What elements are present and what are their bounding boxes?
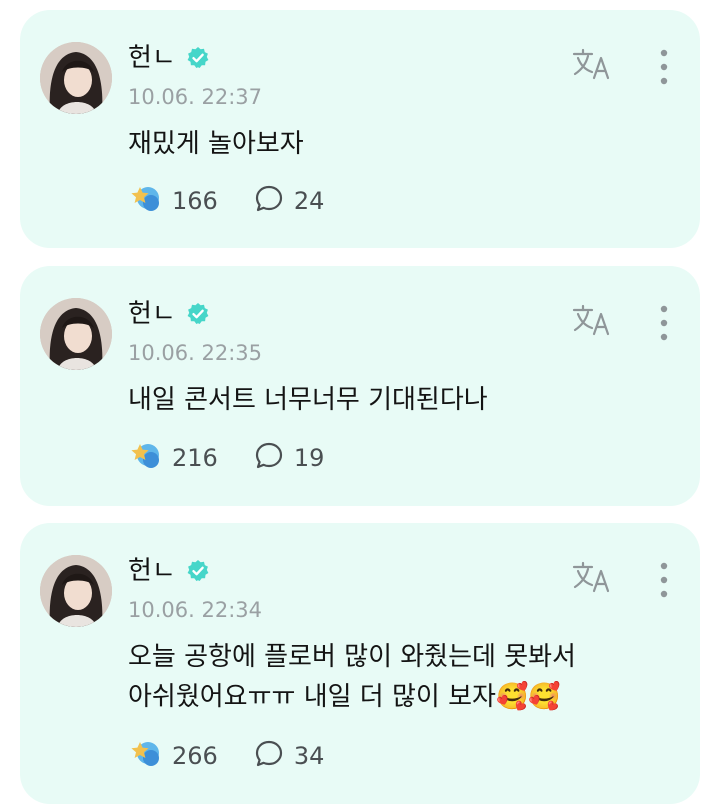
- comment-count: 19: [293, 444, 325, 472]
- comment-bubble-icon: [254, 441, 284, 475]
- author-row: 헌ㄴ: [128, 40, 210, 76]
- post-actions: 266 34: [130, 739, 324, 773]
- star-reaction-icon: [130, 441, 162, 475]
- post-content: 재밌게 놀아보자: [128, 129, 304, 159]
- post-feed: 헌ㄴ 10.06. 22:37 재밌게 놀아보자 166 24 헌ㄴ 10.06…: [0, 0, 720, 808]
- verified-badge-icon: [186, 302, 210, 326]
- comment-count: 24: [293, 187, 325, 215]
- author-name[interactable]: 헌ㄴ: [128, 553, 176, 589]
- star-reaction-icon: [130, 739, 162, 773]
- post-timestamp: 10.06. 22:37: [128, 85, 262, 109]
- translate-icon[interactable]: [572, 561, 614, 595]
- like-button[interactable]: 266: [130, 739, 218, 773]
- post-card[interactable]: 헌ㄴ 10.06. 22:34 오늘 공항에 플로버 많이 와줬는데 못봐서 아…: [20, 523, 700, 804]
- like-count: 216: [172, 444, 218, 472]
- comment-bubble-icon: [254, 739, 284, 773]
- comment-button[interactable]: 24: [254, 184, 325, 218]
- author-name[interactable]: 헌ㄴ: [128, 40, 176, 76]
- comment-count: 34: [293, 742, 325, 770]
- post-card[interactable]: 헌ㄴ 10.06. 22:35 내일 콘서트 너무너무 기대된다나 216 19: [20, 266, 700, 506]
- avatar[interactable]: [40, 298, 112, 370]
- comment-bubble-icon: [254, 184, 284, 218]
- translate-icon[interactable]: [572, 48, 614, 82]
- verified-badge-icon: [186, 559, 210, 583]
- author-row: 헌ㄴ: [128, 296, 210, 332]
- post-actions: 216 19: [130, 441, 324, 475]
- verified-badge-icon: [186, 46, 210, 70]
- post-content: 오늘 공항에 플로버 많이 와줬는데 못봐서 아쉬웠어요ㅠㅠ 내일 더 많이 보…: [128, 642, 576, 712]
- author-row: 헌ㄴ: [128, 553, 210, 589]
- post-content: 내일 콘서트 너무너무 기대된다나: [128, 385, 488, 415]
- more-vertical-icon[interactable]: [652, 304, 676, 342]
- comment-button[interactable]: 34: [254, 739, 325, 773]
- avatar[interactable]: [40, 42, 112, 114]
- more-vertical-icon[interactable]: [652, 561, 676, 599]
- post-actions: 166 24: [130, 184, 324, 218]
- post-timestamp: 10.06. 22:35: [128, 341, 262, 365]
- star-reaction-icon: [130, 184, 162, 218]
- like-count: 166: [172, 187, 218, 215]
- like-count: 266: [172, 742, 218, 770]
- comment-button[interactable]: 19: [254, 441, 325, 475]
- post-card[interactable]: 헌ㄴ 10.06. 22:37 재밌게 놀아보자 166 24: [20, 10, 700, 248]
- more-vertical-icon[interactable]: [652, 48, 676, 86]
- like-button[interactable]: 216: [130, 441, 218, 475]
- post-timestamp: 10.06. 22:34: [128, 598, 262, 622]
- author-name[interactable]: 헌ㄴ: [128, 296, 176, 332]
- avatar[interactable]: [40, 555, 112, 627]
- like-button[interactable]: 166: [130, 184, 218, 218]
- translate-icon[interactable]: [572, 304, 614, 338]
